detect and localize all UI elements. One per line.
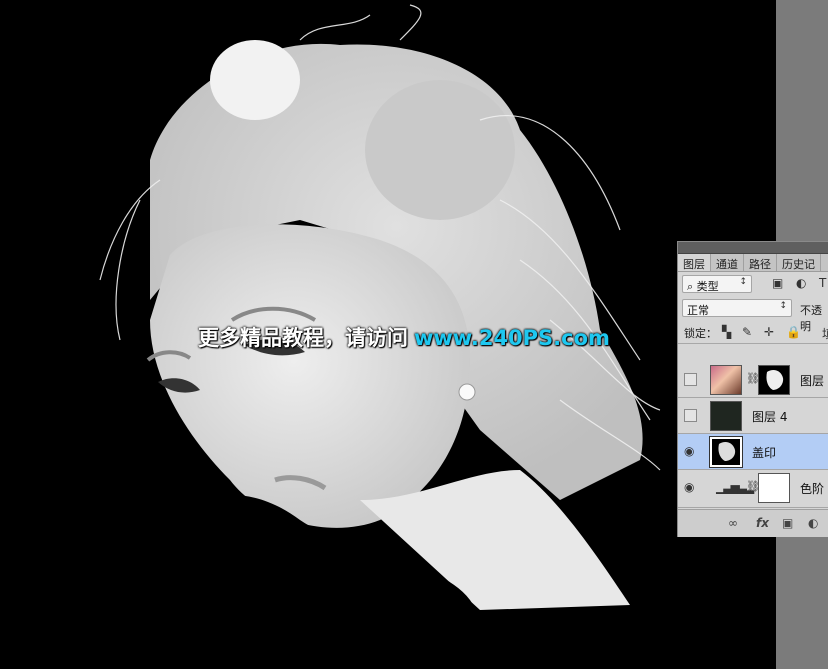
search-icon: ⌕ <box>687 280 694 293</box>
panel-grip[interactable] <box>678 242 828 254</box>
eye-icon: ◉ <box>684 444 695 458</box>
link-icon[interactable]: ∞ <box>728 516 738 530</box>
blend-mode-select[interactable]: 正常 ↕ <box>682 299 792 317</box>
eye-icon: ◉ <box>684 480 695 494</box>
filter-kind-value: 类型 <box>696 280 719 293</box>
blend-row: 正常 ↕ 不透明 <box>678 296 828 333</box>
layer-thumbnail <box>710 401 742 431</box>
layers-panel: 图层 通道 路径 历史记 ⌕ 类型 ↕ ▣ ◐ T 正常 ↕ 不透明 锁定： ▚… <box>677 241 828 537</box>
document-canvas[interactable]: 更多精品教程，请访问 www.240PS.com <box>0 0 776 669</box>
adjustment-icon[interactable]: ◐ <box>808 516 818 530</box>
layer-thumbnail <box>709 436 743 468</box>
filter-kind-select[interactable]: ⌕ 类型 ↕ <box>682 275 752 293</box>
visibility-toggle[interactable]: ◉ <box>684 445 697 458</box>
panel-tabs: 图层 通道 路径 历史记 <box>678 254 828 272</box>
fx-icon[interactable]: fx <box>756 516 769 530</box>
filter-image-icon[interactable]: ▣ <box>772 276 783 290</box>
lock-all-icon[interactable]: 🔒 <box>786 325 801 339</box>
layer-thumbnail <box>710 365 742 395</box>
tab-layers[interactable]: 图层 <box>678 254 711 271</box>
tab-history[interactable]: 历史记 <box>777 254 821 271</box>
layer-row[interactable]: ⛓ 图层 <box>678 362 828 398</box>
panel-footer: ∞ fx ▣ ◐ <box>678 509 828 537</box>
layer-name: 色阶 <box>800 482 825 496</box>
blend-mode-value: 正常 <box>687 304 709 317</box>
layer-row[interactable]: ◉ 盖印 <box>678 434 828 470</box>
layer-row[interactable]: ◉ ▁▃▅▃▂ ⛓ 色阶 <box>678 470 828 508</box>
watermark-text: 更多精品教程，请访问 www.240PS.com <box>198 322 610 352</box>
layer-row[interactable]: 图层 4 <box>678 398 828 434</box>
updown-arrow-icon: ↕ <box>779 301 787 311</box>
layer-name: 图层 4 <box>752 410 788 424</box>
watermark-cn: 更多精品教程，请访问 <box>198 326 408 350</box>
layer-name: 图层 <box>800 374 825 388</box>
layer-mask-thumbnail[interactable] <box>758 365 790 395</box>
layer-mask-thumbnail[interactable] <box>758 473 790 503</box>
filter-row: ⌕ 类型 ↕ ▣ ◐ T <box>678 272 828 296</box>
lock-brush-icon[interactable]: ✎ <box>742 325 752 339</box>
visibility-toggle[interactable] <box>684 373 697 386</box>
filter-text-icon[interactable]: T <box>819 276 826 290</box>
layer-name: 盖印 <box>752 446 777 460</box>
tab-channels[interactable]: 通道 <box>711 254 744 271</box>
visibility-toggle[interactable]: ◉ <box>684 481 697 494</box>
fill-label: 填 <box>822 325 828 342</box>
watermark-url: www.240PS.com <box>414 326 610 350</box>
visibility-toggle[interactable] <box>684 409 697 422</box>
filter-adjustment-icon[interactable]: ◐ <box>796 276 806 290</box>
mask-icon[interactable]: ▣ <box>782 516 793 530</box>
tab-paths[interactable]: 路径 <box>744 254 777 271</box>
lock-move-icon[interactable]: ✛ <box>764 325 774 339</box>
lock-row: 锁定： ▚ ✎ ✛ 🔒 填 <box>678 320 828 344</box>
lock-label: 锁定： <box>684 327 717 340</box>
updown-arrow-icon: ↕ <box>739 277 747 287</box>
lock-transparent-icon[interactable]: ▚ <box>722 325 731 339</box>
